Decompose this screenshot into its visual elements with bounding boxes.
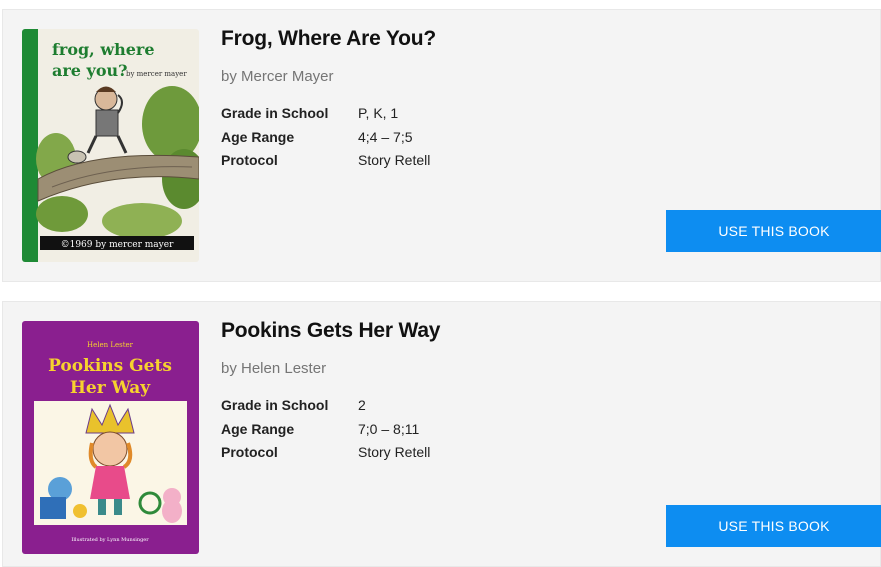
use-this-book-button[interactable]: USE THIS BOOK: [666, 210, 881, 252]
cover-author: Helen Lester: [87, 341, 134, 349]
age-row: Age Range 4;4 – 7;5: [221, 126, 430, 150]
grade-value: P, K, 1: [358, 105, 399, 121]
grade-label: Grade in School: [221, 105, 329, 121]
cover-title-line2: are you?: [52, 61, 128, 80]
cover-illustrator: Illustrated by Lynn Munsinger: [71, 537, 149, 543]
cover-title-line1: Pookins Gets: [48, 356, 172, 376]
age-value: 7;0 – 8;11: [358, 420, 420, 437]
book-details: Grade in School P, K, 1 Age Range 4;4 – 7;…: [221, 102, 430, 173]
book-title: Frog, Where Are You?: [221, 27, 436, 50]
book-cover-image: Helen Lester Pookins Gets Her Way Illust…: [22, 321, 199, 554]
book-spine: [22, 29, 38, 262]
cover-by-line: by mercer mayer: [126, 70, 187, 78]
age-row: Age Range 7;0 – 8;11: [221, 418, 430, 442]
protocol-row: Protocol Story Retell: [221, 441, 430, 465]
cover-title-line2: Her Way: [70, 378, 151, 398]
protocol-row: Protocol Story Retell: [221, 149, 430, 173]
age-label: Age Range: [221, 128, 295, 145]
book-card: ©1969 by mercer mayer frog, where are yo…: [2, 9, 881, 282]
frog-cover-art: ©1969 by mercer mayer frog, where are yo…: [22, 29, 199, 262]
book-details: Grade in School 2 Age Range 7;0 – 8;11 Pro…: [221, 394, 430, 465]
cover-copyright: ©1969 by mercer mayer: [61, 240, 174, 250]
grade-row: Grade in School 2: [221, 394, 430, 418]
age-label: Age Range: [221, 420, 295, 437]
protocol-label: Protocol: [221, 444, 278, 460]
protocol-value: Story Retell: [358, 444, 431, 460]
pookins-cover-art: Helen Lester Pookins Gets Her Way Illust…: [22, 321, 199, 554]
book-card: Helen Lester Pookins Gets Her Way Illust…: [2, 301, 881, 567]
grade-value: 2: [358, 397, 366, 413]
use-this-book-button[interactable]: USE THIS BOOK: [666, 505, 881, 547]
book-cover-image: ©1969 by mercer mayer frog, where are yo…: [22, 29, 199, 262]
book-title: Pookins Gets Her Way: [221, 319, 441, 342]
book-author: by Helen Lester: [221, 360, 327, 377]
cover-title-line1: frog, where: [52, 40, 155, 59]
grade-row: Grade in School P, K, 1: [221, 102, 430, 126]
protocol-label: Protocol: [221, 152, 278, 168]
age-value: 4;4 – 7;5: [358, 128, 413, 145]
grade-label: Grade in School: [221, 397, 329, 413]
protocol-value: Story Retell: [358, 152, 431, 168]
book-author: by Mercer Mayer: [221, 68, 334, 85]
